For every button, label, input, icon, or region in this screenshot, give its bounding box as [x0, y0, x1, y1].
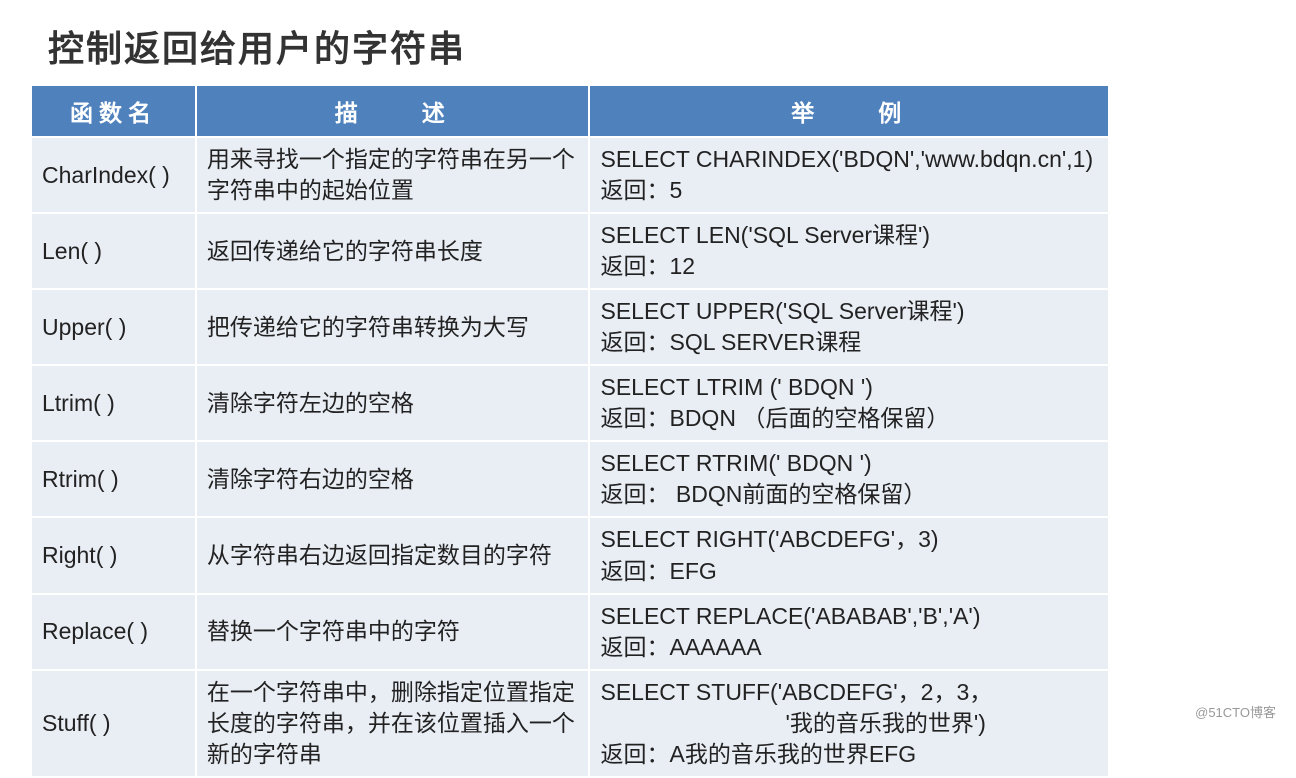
table-row: Len( ) 返回传递给它的字符串长度 SELECT LEN('SQL Serv…	[31, 213, 1109, 289]
fn-name: CharIndex( )	[31, 137, 196, 213]
fn-desc: 返回传递给它的字符串长度	[196, 213, 590, 289]
fn-example: SELECT STUFF('ABCDEFG'，2，3， '我的音乐我的世界') …	[589, 670, 1109, 777]
fn-desc: 在一个字符串中，删除指定位置指定长度的字符串，并在该位置插入一个新的字符串	[196, 670, 590, 777]
fn-example: SELECT RIGHT('ABCDEFG'，3) 返回：EFG	[589, 517, 1109, 593]
page-title: 控制返回给用户的字符串	[48, 20, 1276, 72]
header-name: 函数名	[31, 85, 196, 137]
fn-name: Right( )	[31, 517, 196, 593]
table-header-row: 函数名 描 述 举 例	[31, 85, 1109, 137]
table-row: Right( ) 从字符串右边返回指定数目的字符 SELECT RIGHT('A…	[31, 517, 1109, 593]
fn-desc: 替换一个字符串中的字符	[196, 594, 590, 670]
fn-name: Len( )	[31, 213, 196, 289]
table-row: Stuff( ) 在一个字符串中，删除指定位置指定长度的字符串，并在该位置插入一…	[31, 670, 1109, 777]
fn-example: SELECT UPPER('SQL Server课程') 返回：SQL SERV…	[589, 289, 1109, 365]
fn-name: Upper( )	[31, 289, 196, 365]
fn-desc: 从字符串右边返回指定数目的字符	[196, 517, 590, 593]
header-desc: 描 述	[196, 85, 590, 137]
fn-example: SELECT CHARINDEX('BDQN','www.bdqn.cn',1)…	[589, 137, 1109, 213]
fn-desc: 清除字符右边的空格	[196, 441, 590, 517]
fn-example: SELECT LEN('SQL Server课程') 返回：12	[589, 213, 1109, 289]
fn-example: SELECT REPLACE('ABABAB','B','A') 返回：AAAA…	[589, 594, 1109, 670]
fn-desc: 清除字符左边的空格	[196, 365, 590, 441]
fn-desc: 用来寻找一个指定的字符串在另一个字符串中的起始位置	[196, 137, 590, 213]
fn-name: Ltrim( )	[31, 365, 196, 441]
table-row: Upper( ) 把传递给它的字符串转换为大写 SELECT UPPER('SQ…	[31, 289, 1109, 365]
functions-table: 函数名 描 述 举 例 CharIndex( ) 用来寻找一个指定的字符串在另一…	[30, 84, 1110, 778]
fn-name: Stuff( )	[31, 670, 196, 777]
table-row: Rtrim( ) 清除字符右边的空格 SELECT RTRIM(' BDQN '…	[31, 441, 1109, 517]
table-row: Replace( ) 替换一个字符串中的字符 SELECT REPLACE('A…	[31, 594, 1109, 670]
fn-example: SELECT LTRIM (' BDQN ') 返回：BDQN （后面的空格保留…	[589, 365, 1109, 441]
table-row: CharIndex( ) 用来寻找一个指定的字符串在另一个字符串中的起始位置 S…	[31, 137, 1109, 213]
fn-desc: 把传递给它的字符串转换为大写	[196, 289, 590, 365]
table-row: Ltrim( ) 清除字符左边的空格 SELECT LTRIM (' BDQN …	[31, 365, 1109, 441]
fn-name: Rtrim( )	[31, 441, 196, 517]
watermark: @51CTO博客	[1195, 702, 1276, 721]
fn-name: Replace( )	[31, 594, 196, 670]
header-example: 举 例	[589, 85, 1109, 137]
fn-example: SELECT RTRIM(' BDQN ') 返回： BDQN前面的空格保留）	[589, 441, 1109, 517]
